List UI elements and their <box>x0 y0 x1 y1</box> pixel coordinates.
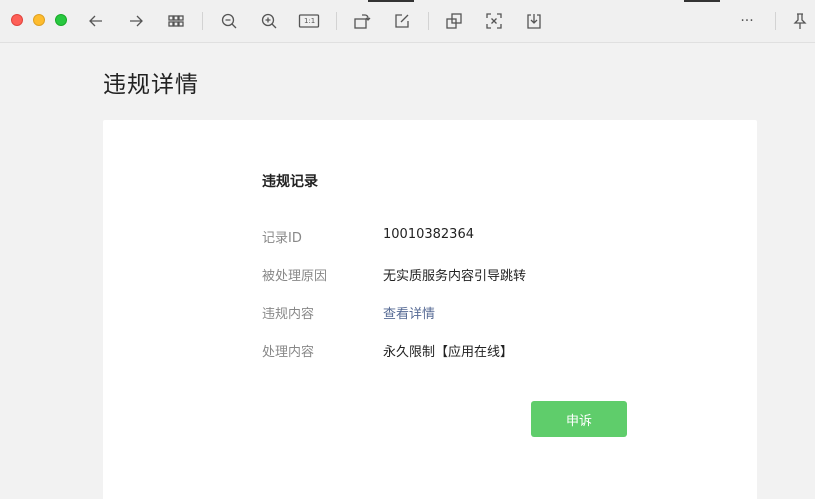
penalty-value: 永久限制【应用在线】 <box>383 345 514 360</box>
actual-size-label: 1:1 <box>304 17 316 25</box>
page-title: 违规详情 <box>103 72 199 98</box>
toolbar-divider <box>428 12 429 30</box>
edit-icon[interactable] <box>392 11 412 31</box>
download-icon[interactable] <box>524 11 544 31</box>
toolbar-divider <box>775 12 776 30</box>
reason-value: 无实质服务内容引导跳转 <box>383 269 527 284</box>
violation-content-label: 违规内容 <box>262 307 315 322</box>
back-arrow-icon[interactable] <box>86 11 106 31</box>
zoom-out-icon[interactable] <box>219 11 239 31</box>
app-window: 1:1 ··· 违规详情 违规记录 记录ID 10010382364 被处理原因… <box>0 0 815 499</box>
zoom-in-icon[interactable] <box>259 11 279 31</box>
minimize-window-button[interactable] <box>33 14 45 26</box>
toolbar-divider <box>336 12 337 30</box>
zoom-window-button[interactable] <box>55 14 67 26</box>
toolbar: 1:1 ··· <box>0 0 815 43</box>
record-id-label: 记录ID <box>262 231 302 246</box>
section-title: 违规记录 <box>262 174 318 190</box>
tab-indicator <box>368 0 414 2</box>
grid-view-icon[interactable] <box>166 11 186 31</box>
close-window-button[interactable] <box>11 14 23 26</box>
ocr-icon[interactable] <box>484 11 504 31</box>
more-label: ··· <box>740 13 754 29</box>
pin-icon[interactable] <box>790 11 810 31</box>
more-icon[interactable]: ··· <box>737 11 757 31</box>
tab-indicator-right <box>684 0 720 2</box>
record-id-value: 10010382364 <box>383 227 474 242</box>
copy-text-icon[interactable] <box>444 11 464 31</box>
violation-card: 违规记录 记录ID 10010382364 被处理原因 无实质服务内容引导跳转 … <box>103 120 757 499</box>
appeal-button[interactable]: 申诉 <box>531 401 627 437</box>
view-details-link[interactable]: 查看详情 <box>383 303 435 322</box>
main-content: 违规详情 违规记录 记录ID 10010382364 被处理原因 无实质服务内容… <box>0 43 815 499</box>
penalty-label: 处理内容 <box>262 345 315 360</box>
reason-label: 被处理原因 <box>262 269 328 284</box>
rotate-icon[interactable] <box>352 11 372 31</box>
toolbar-divider <box>202 12 203 30</box>
forward-arrow-icon[interactable] <box>126 11 146 31</box>
actual-size-icon[interactable]: 1:1 <box>298 11 320 31</box>
